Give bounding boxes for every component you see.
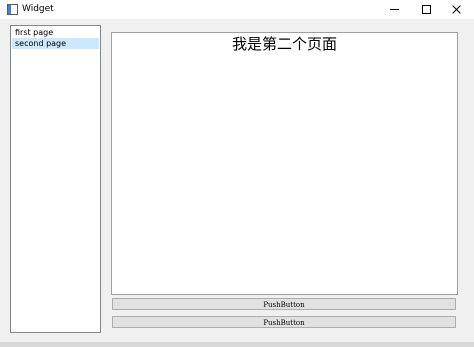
page-list[interactable]: first page second page [10,25,101,333]
list-item-first-page[interactable]: first page [12,27,99,38]
push-button-2[interactable]: PushButton [112,316,456,328]
page-title: 我是第二个页面 [231,35,337,53]
stacked-page: 我是第二个页面 [111,32,458,295]
list-item-second-page[interactable]: second page [12,38,99,49]
main-window: Widget first page second page 我是第二个页面 Pu… [0,0,474,347]
window-title: Widget [22,4,54,14]
push-button-1[interactable]: PushButton [112,298,456,310]
close-icon[interactable] [438,0,474,19]
app-window-icon [7,4,18,15]
bottom-edge [0,342,474,347]
title-bar[interactable]: Widget [0,0,474,19]
